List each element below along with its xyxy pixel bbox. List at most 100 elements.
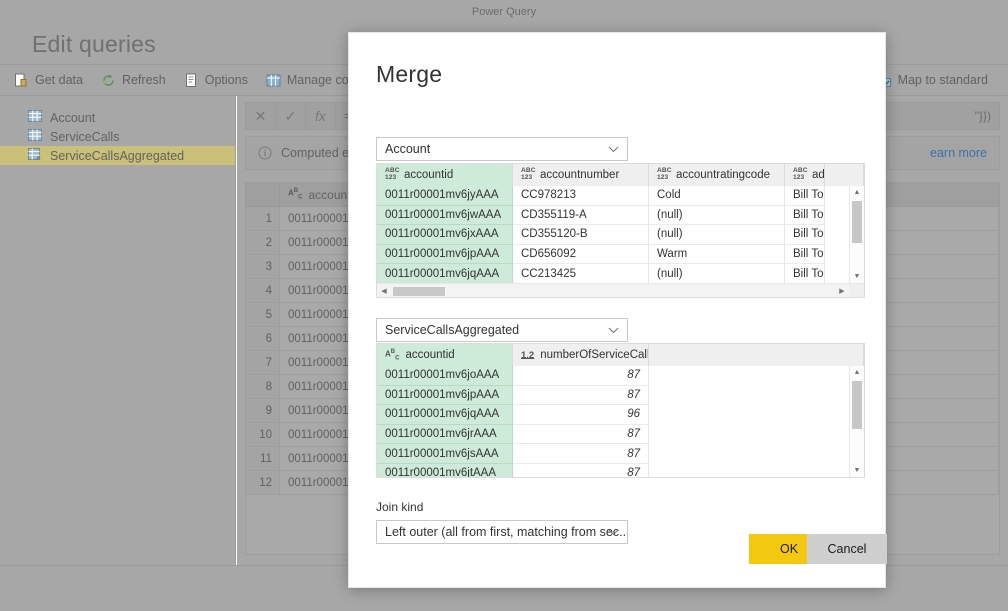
cell-numberOfServiceCalls[interactable]: 87 [513,366,649,386]
column-header-label: accountratingcode [676,169,770,181]
cell-accountid[interactable]: 0011r00001mv6jqAAA [377,264,513,284]
table-row[interactable]: 0011r00001mv6jtAAA87 [377,464,864,478]
second-table-preview[interactable]: ABC accountid 1.2 numberOfServiceCalls 0011… [376,343,865,478]
join-kind-select[interactable]: Left outer (all from first, matching fro… [376,520,628,544]
scroll-up-icon[interactable]: ▲ [850,186,864,199]
scroll-thumb[interactable] [393,287,445,296]
cell-accountnumber[interactable]: CD656092 [513,245,649,265]
cell-address1_addr[interactable]: Bill To [785,245,825,265]
cell-address1_addr[interactable]: Bill To [785,225,825,245]
column-header-label: accountnumber [540,169,619,181]
cell-accountid[interactable]: 0011r00001mv6jwAAA [377,206,513,226]
cell-accountid[interactable]: 0011r00001mv6jqAAA [377,405,513,425]
cell-numberOfServiceCalls[interactable]: 87 [513,464,649,478]
column-header-filler [825,164,865,186]
column-header-label: numberOfServiceCalls [540,349,649,361]
any-type-icon: ABC123 [657,168,670,181]
scroll-up-icon[interactable]: ▲ [850,366,864,379]
cell-accountid[interactable]: 0011r00001mv6jpAAA [377,386,513,406]
cell-filler [649,386,864,406]
cancel-button[interactable]: Cancel [807,534,887,564]
merge-dialog: Merge Account ABC123 accountid ABC123 accou… [348,32,886,588]
table-row[interactable]: 0011r00001mv6jsAAA87 [377,444,864,464]
any-type-icon: ABC123 [521,168,534,181]
first-table-vertical-scrollbar[interactable]: ▲ ▼ [849,186,864,283]
column-header-label: accountid [405,349,454,361]
scroll-left-icon[interactable]: ◀ [377,284,391,297]
cell-accountratingcode[interactable]: (null) [649,264,785,284]
cell-numberOfServiceCalls[interactable]: 87 [513,444,649,464]
table-row[interactable]: 0011r00001mv6joAAA87 [377,366,864,386]
cell-accountnumber[interactable]: CD355120-B [513,225,649,245]
table-row[interactable]: 0011r00001mv6jqAAACC213425(null)Bill To [377,264,864,284]
column-header-address1_addr[interactable]: ABC123address1_addr [785,164,825,186]
cell-address1_addr[interactable]: Bill To [785,206,825,226]
cell-numberOfServiceCalls[interactable]: 87 [513,386,649,406]
first-table-header-row: ABC123accountidABC123accountnumberABC123… [377,164,864,186]
column-header-accountid[interactable]: ABC123 accountid [377,164,513,186]
text-type-icon: ABC [385,349,399,361]
cell-accountid[interactable]: 0011r00001mv6jxAAA [377,225,513,245]
dialog-title: Merge [349,33,885,88]
table-row[interactable]: 0011r00001mv6jpAAACD656092WarmBill To [377,245,864,265]
cell-accountid[interactable]: 0011r00001mv6jtAAA [377,464,513,478]
cell-filler [649,464,864,478]
cell-accountid[interactable]: 0011r00001mv6jyAAA [377,186,513,206]
scroll-right-icon[interactable]: ▶ [835,284,849,297]
cell-accountnumber[interactable]: CC213425 [513,264,649,284]
first-table-horizontal-scrollbar[interactable]: ◀ ▶ [377,283,864,297]
chevron-down-icon [607,143,620,156]
column-header-accountratingcode[interactable]: ABC123 accountratingcode [649,164,785,186]
second-table-body: 0011r00001mv6joAAA870011r00001mv6jpAAA87… [377,366,864,478]
second-table-header-row: ABC accountid 1.2 numberOfServiceCalls [377,344,864,366]
first-table-body: 0011r00001mv6jyAAACC978213ColdBill To001… [377,186,864,284]
chevron-down-icon [607,324,620,337]
scroll-thumb[interactable] [852,201,862,243]
second-table-select[interactable]: ServiceCallsAggregated [376,318,628,342]
cell-accountratingcode[interactable]: Warm [649,245,785,265]
cell-accountnumber[interactable]: CD355119-A [513,206,649,226]
cell-accountratingcode[interactable]: Cold [649,186,785,206]
column-header-label: address1_addr [812,169,825,181]
table-row[interactable]: 0011r00001mv6jqAAA96 [377,405,864,425]
column-header-accountnumber[interactable]: ABC123 accountnumber [513,164,649,186]
join-kind-label: Join kind [376,500,628,514]
cell-address1_addr[interactable]: Bill To [785,264,825,284]
decimal-type-icon: 1.2 [521,350,534,361]
cell-accountid[interactable]: 0011r00001mv6jrAAA [377,425,513,445]
column-header-numberOfServiceCalls[interactable]: 1.2 numberOfServiceCalls [513,344,649,366]
column-header-filler [649,344,864,366]
scroll-down-icon[interactable]: ▼ [850,270,864,283]
cell-filler [649,366,864,386]
column-header-label: accountid [404,169,453,181]
chevron-down-icon [607,526,620,539]
join-kind-selected-value: Left outer (all from first, matching fro… [385,525,628,539]
any-type-icon: ABC123 [385,168,398,181]
table-row[interactable]: 0011r00001mv6jrAAA87 [377,425,864,445]
cell-filler [649,444,864,464]
table-row[interactable]: 0011r00001mv6jpAAA87 [377,386,864,406]
table-row[interactable]: 0011r00001mv6jwAAACD355119-A(null)Bill T… [377,206,864,226]
cell-filler [649,405,864,425]
column-header-accountid[interactable]: ABC accountid [377,344,513,366]
first-table-preview[interactable]: ABC123accountidABC123accountnumberABC123… [376,163,865,298]
second-table-vertical-scrollbar[interactable]: ▲ ▼ [849,366,864,477]
cell-accountnumber[interactable]: CC978213 [513,186,649,206]
cell-filler [649,425,864,445]
first-table-select[interactable]: Account [376,137,628,161]
cell-address1_addr[interactable]: Bill To [785,186,825,206]
cell-accountratingcode[interactable]: (null) [649,225,785,245]
scroll-thumb[interactable] [852,381,862,429]
cell-numberOfServiceCalls[interactable]: 96 [513,405,649,425]
scroll-down-icon[interactable]: ▼ [850,464,864,477]
cell-accountratingcode[interactable]: (null) [649,206,785,226]
cell-accountid[interactable]: 0011r00001mv6jsAAA [377,444,513,464]
second-table-selected-value: ServiceCallsAggregated [385,323,519,337]
first-table-selected-value: Account [385,142,430,156]
table-row[interactable]: 0011r00001mv6jxAAACD355120-B(null)Bill T… [377,225,864,245]
cell-accountid[interactable]: 0011r00001mv6jpAAA [377,245,513,265]
cell-accountid[interactable]: 0011r00001mv6joAAA [377,366,513,386]
table-row[interactable]: 0011r00001mv6jyAAACC978213ColdBill To [377,186,864,206]
cell-numberOfServiceCalls[interactable]: 87 [513,425,649,445]
scrollbar-corner [849,284,864,297]
